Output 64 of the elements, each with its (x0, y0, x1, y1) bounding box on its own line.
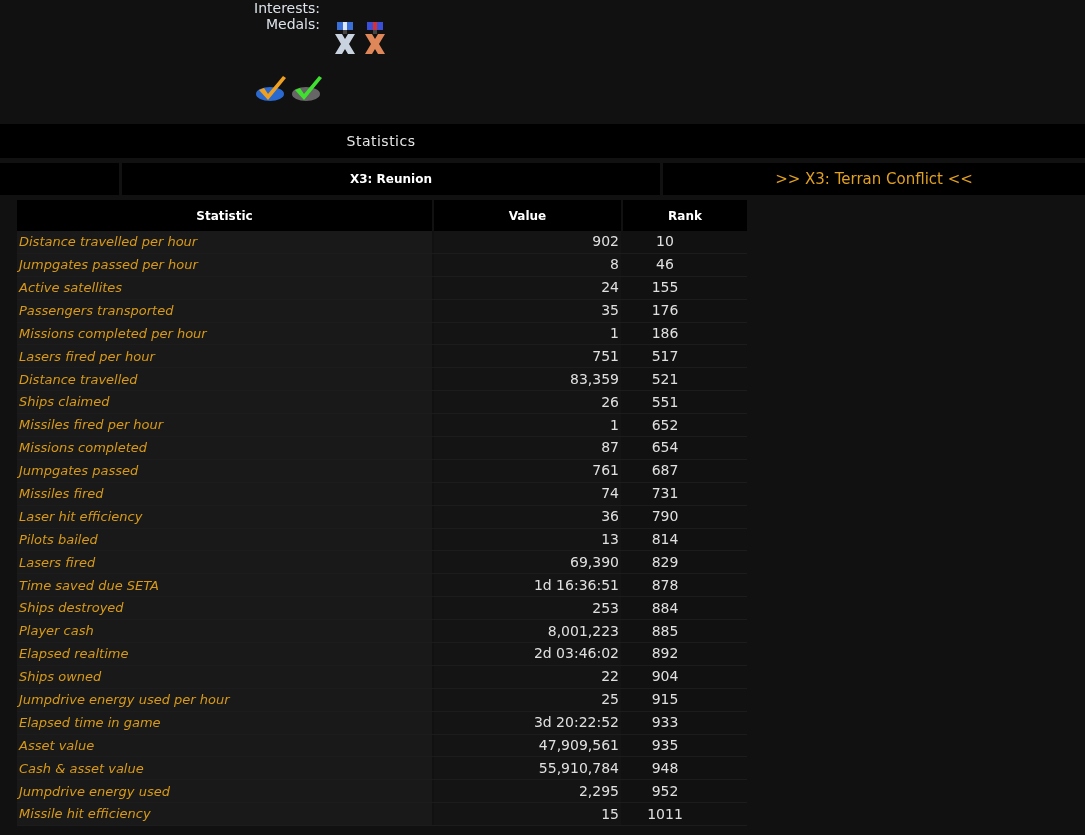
table-cell-text: 654 (650, 438, 680, 458)
table-cell: Ships claimed (17, 391, 432, 414)
table-cell-text: 10 (655, 232, 675, 252)
table-cell: Missiles fired per hour (17, 414, 432, 436)
table-cell-text: 687 (650, 461, 680, 481)
table-cell: Lasers fired (17, 551, 432, 574)
table-cell: Active satellites (17, 276, 432, 299)
table-cell: Cash & asset value (17, 757, 432, 780)
table-cell-text: 892 (650, 644, 680, 664)
table-cell: Time saved due SETA (17, 574, 432, 597)
table-cell-text: 884 (650, 598, 680, 618)
table-cell: Passengers transported (17, 299, 432, 322)
column-header: Rank (623, 200, 747, 231)
table-cell-text: 885 (650, 621, 680, 641)
table-cell: Missions completed per hour (17, 322, 432, 345)
table-cell: Ships destroyed (17, 597, 432, 620)
tab[interactable]: >> X3: Terran Conflict << (663, 163, 1085, 195)
table-cell-text: 915 (650, 690, 680, 710)
table-cell: Player cash (17, 620, 432, 643)
table-cell-text: 176 (650, 301, 680, 321)
table-cell: Pilots bailed (17, 528, 432, 551)
table-cell: Elapsed realtime (17, 643, 432, 665)
table-cell: Elapsed time in game (17, 711, 432, 734)
table-cell-text: 551 (650, 392, 680, 412)
column-header: Value (434, 200, 621, 231)
table-cell: Jumpdrive energy used per hour (17, 688, 432, 711)
table-cell-text: 1011 (646, 804, 684, 824)
tab[interactable]: X3: Reunion (122, 163, 660, 195)
table-cell: Lasers fired per hour (17, 345, 432, 368)
table-cell-text: 933 (650, 713, 680, 733)
field-label: Medals: (264, 16, 320, 32)
table-cell: Distance travelled per hour (17, 231, 432, 253)
medal-icon (334, 22, 356, 54)
table-cell-text: 731 (650, 484, 680, 504)
table-cell: Jumpdrive energy used (17, 780, 432, 803)
medal-icon (364, 22, 386, 54)
table-cell-text: 517 (650, 346, 680, 366)
table-cell-text: 46 (655, 255, 675, 275)
table-cell-text: 904 (650, 667, 680, 687)
checkmark-icon (291, 74, 323, 102)
table-cell-text: 829 (650, 552, 680, 572)
table-cell-text: 186 (650, 324, 680, 343)
checkmark-icon (255, 74, 287, 102)
section-header: Statistics (0, 124, 1085, 158)
table-cell-text: 521 (650, 369, 680, 389)
table-cell-text: 878 (650, 575, 680, 595)
table-cell: Distance travelled (17, 368, 432, 391)
table-cell: Missiles fired (17, 482, 432, 505)
column-header: Statistic (17, 200, 432, 231)
table-cell-text: 790 (650, 507, 680, 527)
table-cell: Jumpgates passed per hour (17, 253, 432, 276)
table-cell: Asset value (17, 734, 432, 757)
table-cell-text: 952 (650, 781, 680, 801)
table-cell-text: 948 (650, 758, 680, 778)
table-cell-text: 814 (650, 530, 680, 549)
table-cell: Missile hit efficiency (17, 803, 432, 826)
table-cell-text: 155 (650, 278, 680, 298)
table-cell-text: 652 (650, 415, 680, 435)
table-cell: Ships owned (17, 665, 432, 688)
table-cell: Laser hit efficiency (17, 505, 432, 528)
table-cell: Missions completed (17, 437, 432, 459)
table-cell: Jumpgates passed (17, 459, 432, 482)
field-label: Interests: (253, 0, 320, 16)
table-cell-text: 935 (650, 736, 680, 756)
